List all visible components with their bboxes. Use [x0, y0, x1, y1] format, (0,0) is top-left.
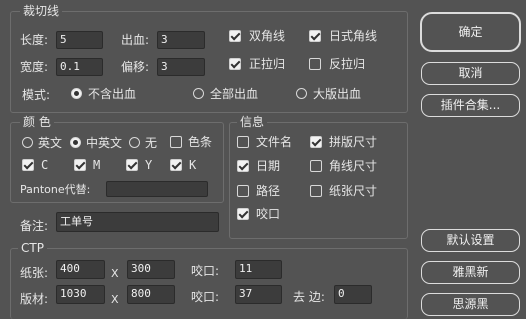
corner-size-checkbox[interactable]	[310, 160, 322, 172]
filename-label: 文件名	[256, 135, 293, 149]
cmyk-m-label: M	[93, 158, 101, 172]
path-checkbox[interactable]	[237, 185, 249, 197]
lang-radio-english[interactable]	[22, 137, 33, 148]
gripper-checkbox[interactable]	[237, 208, 249, 220]
info-title: 信息	[237, 115, 268, 129]
cancel-button[interactable]: 取消	[421, 62, 520, 85]
mode-radio-all-bleed[interactable]	[193, 88, 204, 99]
mode-radio-no-bleed[interactable]	[71, 88, 82, 99]
filename-checkbox[interactable]	[237, 136, 249, 148]
cmyk-y-checkbox[interactable]	[126, 159, 138, 171]
yaheixin-button[interactable]: 雅黑新	[421, 261, 520, 284]
lang-option-english: 英文	[38, 136, 63, 150]
ctp-title: CTP	[18, 241, 47, 255]
gripper-label: 咬口	[256, 207, 281, 221]
lang-radio-none[interactable]	[129, 137, 140, 148]
bleed-input[interactable]: 3	[157, 31, 205, 49]
siyuanhei-button[interactable]: 思源黑	[421, 293, 520, 316]
pantone-input[interactable]	[106, 181, 208, 197]
japanese-corner-label: 日式角线	[329, 29, 378, 43]
paper-size-checkbox[interactable]	[310, 185, 322, 197]
lang-option-none: 无	[145, 136, 158, 150]
paper-size-label: 纸张尺寸	[329, 184, 378, 198]
cmyk-k-label: K	[189, 158, 197, 172]
mode-option-all-bleed: 全部出血	[210, 87, 259, 101]
color-bar-checkbox[interactable]	[170, 136, 182, 148]
lang-radio-chinese-english[interactable]	[70, 137, 81, 148]
cmyk-c-checkbox[interactable]	[22, 159, 34, 171]
mode-option-no-bleed: 不含出血	[88, 87, 137, 101]
width-label: 宽度:	[20, 60, 49, 74]
mode-label: 模式:	[22, 88, 51, 102]
double-corner-checkbox[interactable]	[229, 30, 241, 42]
offset-label: 偏移:	[121, 60, 150, 74]
length-input[interactable]: 5	[56, 31, 103, 49]
offset-input[interactable]: 3	[157, 58, 205, 76]
trim-marks-title: 裁切线	[20, 4, 63, 18]
pantone-label: Pantone代替:	[20, 183, 91, 196]
plugins-button[interactable]: 插件合集...	[421, 94, 520, 117]
date-checkbox[interactable]	[237, 160, 249, 172]
default-settings-button[interactable]: 默认设置	[421, 229, 520, 252]
bleed-label: 出血:	[121, 33, 150, 47]
cmyk-c-label: C	[41, 158, 49, 172]
remove-edge-input[interactable]: 0	[334, 285, 372, 304]
remove-edge-label: 去 边:	[293, 290, 325, 304]
length-label: 长度:	[20, 33, 49, 47]
ctp-group	[10, 248, 408, 319]
width-input[interactable]: 0.1	[56, 58, 103, 76]
lang-option-chinese-english: 中英文	[86, 136, 123, 150]
paper-x-label: X	[111, 267, 119, 280]
plate-width-input[interactable]: 1030	[56, 285, 105, 304]
gripper1-label: 咬口:	[191, 264, 220, 278]
mode-radio-large-bleed[interactable]	[296, 88, 307, 99]
note-label: 备注:	[20, 219, 49, 233]
color-title: 颜 色	[20, 115, 54, 129]
gripper2-input[interactable]: 37	[235, 285, 282, 304]
plate-x-label: X	[111, 293, 119, 306]
corner-size-label: 角线尺寸	[329, 159, 378, 173]
cmyk-k-checkbox[interactable]	[170, 159, 182, 171]
ok-button[interactable]: 确定	[420, 12, 521, 52]
note-input[interactable]: 工单号	[56, 212, 219, 232]
paper-height-input[interactable]: 300	[127, 260, 175, 279]
cmyk-y-label: Y	[145, 158, 153, 172]
mode-option-large-bleed: 大版出血	[313, 87, 362, 101]
reverse-register-label: 反拉归	[329, 57, 366, 71]
reverse-register-checkbox[interactable]	[309, 58, 321, 70]
gripper1-input[interactable]: 11	[235, 260, 282, 279]
imposition-size-label: 拼版尺寸	[329, 135, 378, 149]
japanese-corner-checkbox[interactable]	[309, 30, 321, 42]
gripper2-label: 咬口:	[191, 290, 220, 304]
cmyk-m-checkbox[interactable]	[74, 159, 86, 171]
double-corner-label: 双角线	[249, 29, 286, 43]
positive-register-label: 正拉归	[249, 57, 286, 71]
date-label: 日期	[256, 159, 281, 173]
color-bar-label: 色条	[188, 135, 213, 149]
paper-width-input[interactable]: 400	[56, 260, 105, 279]
imposition-size-checkbox[interactable]	[310, 136, 322, 148]
paper-label: 纸张:	[20, 266, 49, 280]
positive-register-checkbox[interactable]	[229, 58, 241, 70]
plate-height-input[interactable]: 800	[127, 285, 175, 304]
plate-label: 版材:	[20, 292, 49, 306]
path-label: 路径	[256, 184, 281, 198]
